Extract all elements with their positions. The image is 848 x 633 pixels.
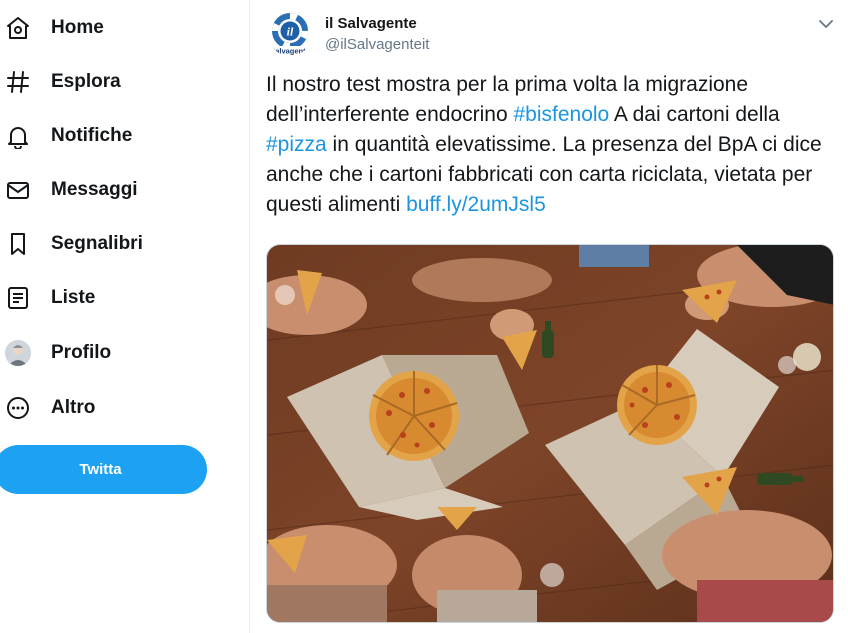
tweet-media-image[interactable] bbox=[266, 244, 834, 623]
sidebar-nav: Home Esplora Notifiche Messaggi Segnalib… bbox=[0, 0, 250, 633]
bookmark-icon bbox=[4, 230, 32, 258]
url-link[interactable]: buff.ly/2umJsl5 bbox=[406, 193, 546, 216]
sidebar-item-label: Segnalibri bbox=[51, 233, 143, 254]
hashtag-link[interactable]: #pizza bbox=[266, 133, 327, 156]
sidebar-item-liste[interactable]: Liste bbox=[0, 276, 140, 320]
bell-icon bbox=[4, 122, 32, 150]
logo-subtext: Salvagente bbox=[270, 47, 310, 56]
sidebar-item-label: Notifiche bbox=[51, 125, 133, 146]
hashtag-icon bbox=[4, 68, 32, 96]
author-avatar[interactable]: il Salvagente bbox=[268, 12, 312, 56]
tweet-text: Il nostro test mostra per la prima volta… bbox=[266, 70, 836, 220]
sidebar-item-label: Liste bbox=[51, 287, 96, 308]
chevron-down-icon[interactable] bbox=[816, 14, 836, 34]
author-name[interactable]: il Salvagente bbox=[325, 15, 417, 32]
avatar bbox=[4, 339, 32, 367]
sidebar-item-segnalibri[interactable]: Segnalibri bbox=[0, 222, 180, 266]
sidebar-item-label: Esplora bbox=[51, 71, 121, 92]
sidebar-item-home[interactable]: Home bbox=[0, 6, 150, 50]
hashtag-link[interactable]: #bisfenolo bbox=[514, 103, 610, 126]
sidebar-item-messaggi[interactable]: Messaggi bbox=[0, 168, 170, 212]
tweet-text-part: A dai cartoni della bbox=[609, 103, 780, 126]
sidebar-item-notifiche[interactable]: Notifiche bbox=[0, 114, 170, 158]
tweet-button[interactable]: Twitta bbox=[0, 445, 207, 494]
logo-text: il bbox=[287, 25, 294, 39]
list-icon bbox=[4, 284, 32, 312]
tweet-card: il Salvagente il Salvagente @ilSalvagent… bbox=[250, 0, 848, 633]
sidebar-item-label: Altro bbox=[51, 397, 96, 418]
more-circle-icon bbox=[4, 394, 32, 422]
sidebar-item-label: Profilo bbox=[51, 342, 112, 363]
sidebar-item-label: Home bbox=[51, 17, 104, 38]
sidebar-item-profilo[interactable]: Profilo bbox=[0, 331, 150, 375]
author-handle[interactable]: @ilSalvagenteit bbox=[325, 36, 429, 53]
sidebar-item-altro[interactable]: Altro bbox=[0, 386, 140, 430]
sidebar-item-esplora[interactable]: Esplora bbox=[0, 60, 150, 104]
envelope-icon bbox=[4, 176, 32, 204]
sidebar-item-label: Messaggi bbox=[51, 179, 138, 200]
home-icon bbox=[4, 14, 32, 42]
